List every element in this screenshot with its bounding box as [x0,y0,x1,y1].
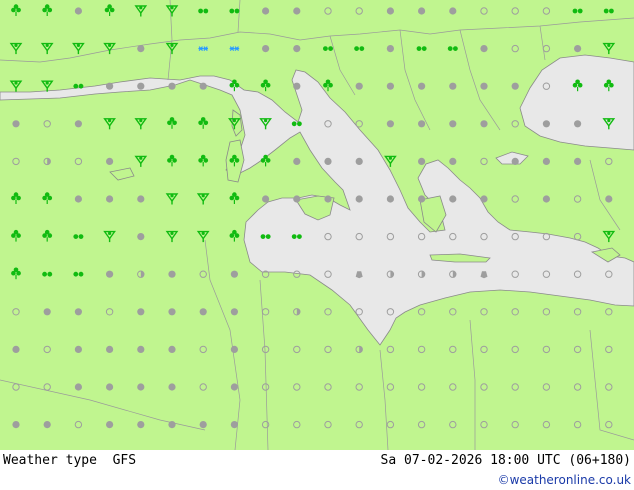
cloudy-symbol [74,383,82,391]
cloudy-symbol [168,421,176,429]
cloudy-symbol [137,45,145,53]
cloudy-symbol [43,421,51,429]
cloudy-symbol [12,120,20,128]
cloudy-symbol [542,157,551,165]
cloudy-symbol [137,383,145,391]
cloudy-symbol [106,421,114,429]
cloudy-symbol [74,195,82,203]
cloudy-symbol [293,195,301,203]
cloudy-symbol [106,270,114,278]
cloudy-symbol [449,157,457,165]
cloudy-symbol [199,421,207,429]
cloudy-symbol [386,82,394,90]
cloudy-symbol [106,345,114,353]
cloudy-symbol [74,7,82,15]
cloudy-symbol [480,195,488,203]
weather-map [0,0,634,450]
map-title: Weather type GFS [3,453,137,468]
cloudy-symbol [418,82,426,90]
cloudy-symbol [137,421,145,429]
cloudy-symbol [12,345,20,353]
cloudy-symbol [449,7,457,15]
cloudy-symbol [542,120,551,128]
cloudy-symbol [43,308,51,316]
cloudy-symbol [574,45,582,53]
credit-link[interactable]: ©weatheronline.co.uk [498,473,631,487]
cloudy-symbol [480,120,488,128]
valid-time: Sa 07-02-2026 18:00 UTC (06+180) [380,453,631,468]
cloudy-symbol [293,82,301,90]
cloudy-symbol [418,7,426,15]
cloudy-symbol [574,120,582,128]
cloudy-symbol [386,195,394,203]
cloudy-symbol [230,421,238,429]
cloudy-symbol [199,308,207,316]
cloudy-symbol [106,195,114,203]
cloudy-symbol [386,120,394,128]
cloudy-symbol [386,45,394,53]
cloudy-symbol [168,82,176,90]
cloudy-symbol [324,157,332,165]
cloudy-symbol [262,7,270,15]
cloudy-symbol [449,195,457,203]
footer-bar: Weather type GFS Sa 07-02-2026 18:00 UTC… [0,450,634,490]
cloudy-symbol [168,383,176,391]
cloudy-symbol [293,45,301,53]
cloudy-symbol [230,383,238,391]
cloudy-symbol [355,82,363,90]
cloudy-symbol [230,308,238,316]
cloudy-symbol [106,82,114,90]
cloudy-symbol [418,195,426,203]
cloudy-symbol [168,308,176,316]
cloudy-symbol [74,345,82,353]
cloudy-symbol [230,270,238,278]
cloudy-symbol [74,308,82,316]
cloudy-symbol [574,157,582,165]
cloudy-symbol [355,195,363,203]
cloudy-symbol [106,157,114,165]
cloudy-symbol [511,82,519,90]
cloudy-symbol [605,195,613,203]
cloudy-symbol [168,270,176,278]
cloudy-symbol [137,82,145,90]
cloudy-symbol [511,157,519,165]
cloudy-symbol [480,82,488,90]
cloudy-symbol [480,45,488,53]
cloudy-symbol [449,120,457,128]
cloudy-symbol [293,157,301,165]
cloudy-symbol [324,195,332,203]
cloudy-symbol [449,82,457,90]
cloudy-symbol [386,7,394,15]
cloudy-symbol [199,82,207,90]
cloudy-symbol [355,157,363,165]
cloudy-symbol [262,45,270,53]
cloudy-symbol [542,195,551,203]
cloudy-symbol [106,383,114,391]
cloudy-symbol [262,195,270,203]
cloudy-symbol [418,120,426,128]
cloudy-symbol [293,7,301,15]
cloudy-symbol [74,120,82,128]
cloudy-symbol [137,345,145,353]
cloudy-symbol [230,345,238,353]
cloudy-symbol [137,308,145,316]
cloudy-symbol [418,157,426,165]
cloudy-symbol [168,345,176,353]
cloudy-symbol [12,421,20,429]
cloudy-symbol [137,233,145,241]
cloudy-symbol [137,195,145,203]
